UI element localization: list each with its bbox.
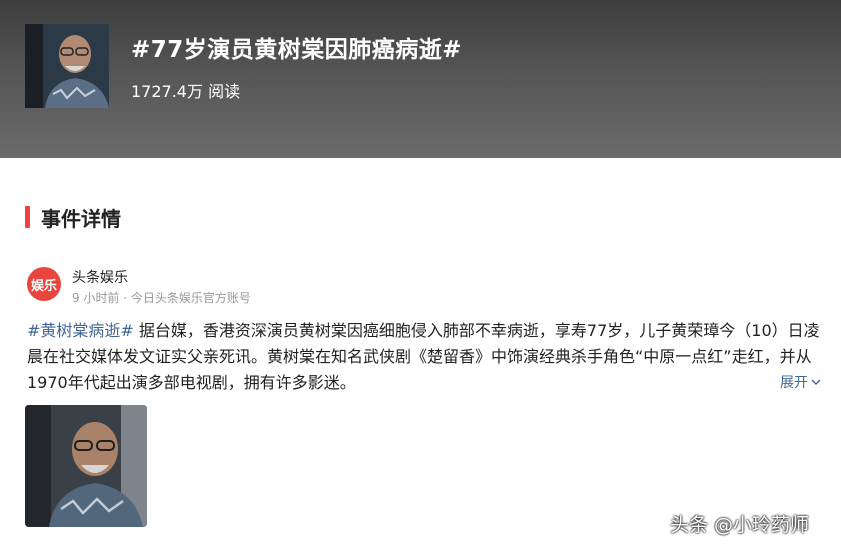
section-header: 事件详情 [25,204,121,231]
author-avatar[interactable]: 娱乐 [27,267,61,301]
post-meta: 9 小时前 · 今日头条娱乐官方账号 [72,291,251,305]
expand-label: 展开 [780,375,808,391]
article-image[interactable] [25,405,147,527]
chevron-down-icon [811,379,821,385]
watermark: 头条 @小玲药师 [670,514,810,536]
article-text: #黄树棠病逝# 据台媒，香港资深演员黄树棠因癌细胞侵入肺部不幸病逝，享寿77岁，… [27,318,827,396]
article-body: 据台媒，香港资深演员黄树棠因癌细胞侵入肺部不幸病逝，享寿77岁，儿子黄荣璋今（1… [27,321,820,392]
expand-button[interactable]: 展开 [780,372,822,392]
read-count: 1727.4万 阅读 [131,82,241,101]
topic-title: #77岁演员黄树棠因肺癌病逝# [131,37,463,63]
section-accent-bar [25,206,30,228]
topic-cover-image[interactable] [25,24,109,108]
hashtag-link[interactable]: #黄树棠病逝# [27,321,134,340]
section-title: 事件详情 [41,206,121,231]
topic-banner: #77岁演员黄树棠因肺癌病逝# 1727.4万 阅读 [0,0,841,158]
author-name[interactable]: 头条娱乐 [72,267,128,287]
portrait-image [25,405,147,527]
portrait-image [25,24,109,108]
